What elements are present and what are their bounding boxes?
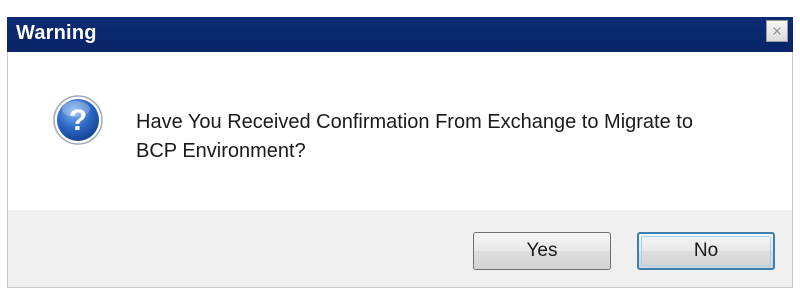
dialog-title: Warning	[16, 22, 97, 44]
question-icon: ?	[53, 95, 103, 145]
title-bar-fill	[7, 17, 793, 52]
close-icon	[773, 27, 781, 35]
no-button-label: No	[693, 240, 719, 261]
message-line-1: Have You Received Confirmation From Exch…	[136, 111, 693, 133]
title-bar: Warning	[0, 0, 800, 52]
message-line-2: BCP Environment?	[136, 140, 306, 162]
yes-button[interactable]: Yes	[473, 232, 611, 270]
yes-button-label: Yes	[526, 240, 558, 261]
dialog-border-left	[7, 52, 8, 288]
no-button[interactable]: No	[637, 232, 775, 270]
svg-text:?: ?	[69, 104, 87, 137]
warning-dialog: Warning ? Have You Received Confirmation…	[0, 0, 800, 295]
dialog-border-right	[792, 52, 793, 288]
dialog-border-bottom	[7, 287, 793, 288]
close-button[interactable]	[766, 20, 788, 42]
dialog-message: Have You Received Confirmation From Exch…	[136, 108, 776, 166]
